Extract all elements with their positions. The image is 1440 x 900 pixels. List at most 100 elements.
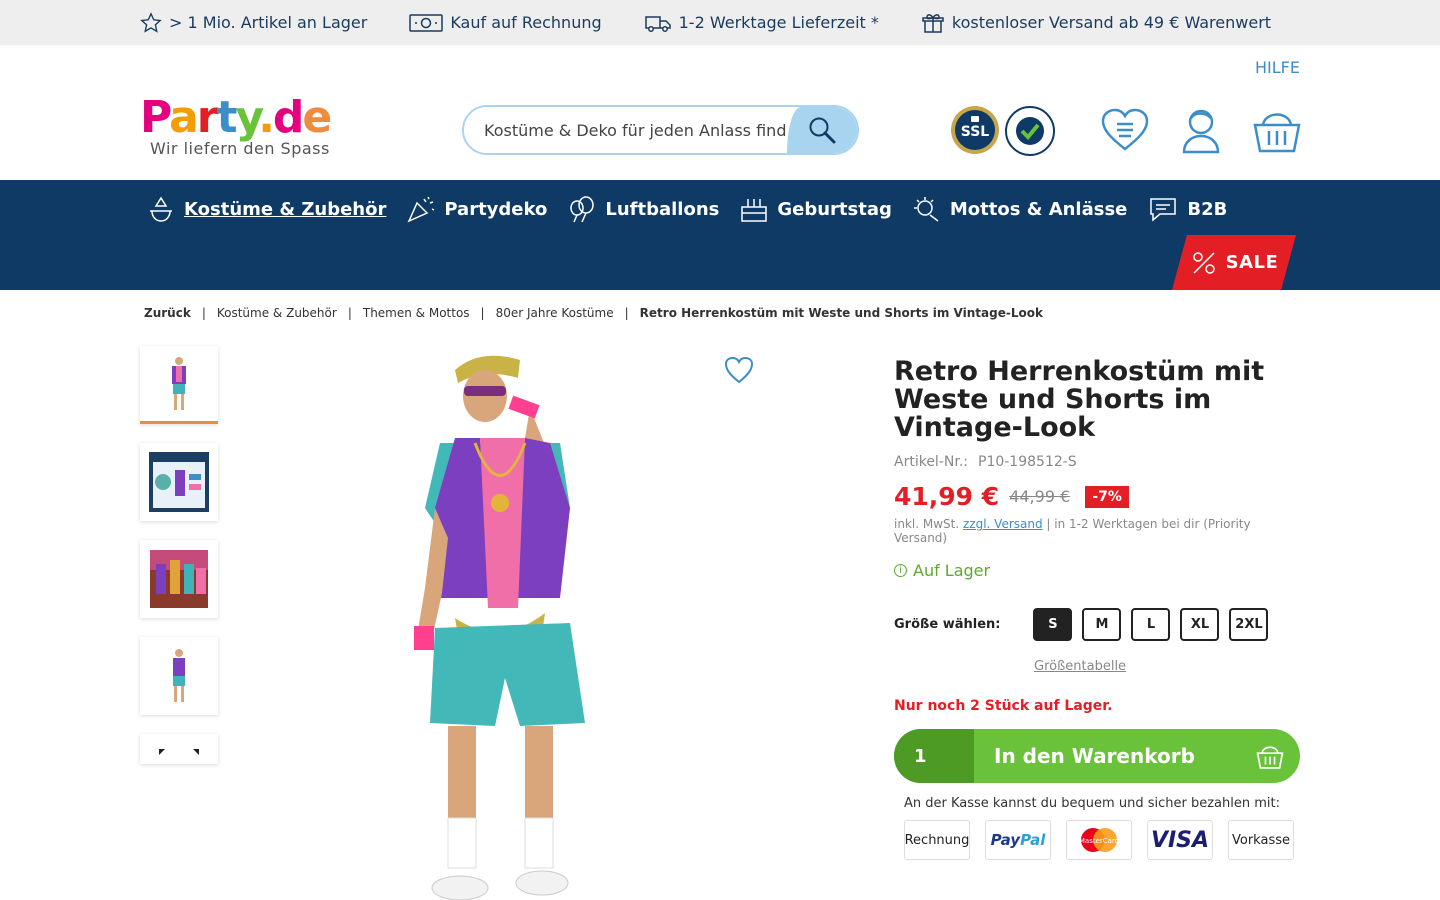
nav-label: B2B bbox=[1187, 198, 1228, 220]
cake-icon bbox=[741, 199, 768, 222]
sale-label: SALE bbox=[1225, 252, 1279, 273]
logo-wordmark: Party.de bbox=[140, 92, 332, 143]
add-to-cart: 1 In den Warenkorb bbox=[894, 729, 1300, 783]
heart-icon bbox=[724, 356, 754, 384]
size-label: Größe wählen: bbox=[894, 617, 1001, 632]
help-link[interactable]: HILFE bbox=[1255, 58, 1300, 77]
payment-visa: VISA bbox=[1147, 820, 1213, 860]
breadcrumb-back[interactable]: Zurück bbox=[144, 306, 191, 320]
nav-label: Kostüme & Zubehör bbox=[184, 198, 387, 220]
nav-item-geburtstag[interactable]: Geburtstag bbox=[739, 194, 892, 224]
bestpreis-badge-icon bbox=[1005, 106, 1055, 156]
breadcrumb-item[interactable]: Kostüme & Zubehör bbox=[217, 306, 337, 320]
add-to-wishlist-button[interactable] bbox=[724, 356, 754, 388]
size-table-link[interactable]: Größentabelle bbox=[1034, 659, 1126, 674]
chat-icon bbox=[1150, 198, 1177, 222]
percent-icon bbox=[1192, 251, 1215, 274]
usp-item: > 1 Mio. Artikel an Lager bbox=[140, 11, 368, 34]
product-group-image bbox=[150, 550, 208, 608]
usp-item: Kauf auf Rechnung bbox=[409, 12, 602, 34]
thumbnail-list bbox=[140, 346, 218, 783]
basket-icon bbox=[1253, 113, 1301, 153]
stock-status: i Auf Lager bbox=[894, 561, 1300, 580]
breadcrumb-separator: | bbox=[347, 306, 352, 320]
usp-bar: > 1 Mio. Artikel an Lager Kauf auf Rechn… bbox=[0, 0, 1440, 45]
confetti-icon bbox=[407, 196, 435, 223]
usp-text: > 1 Mio. Artikel an Lager bbox=[169, 13, 368, 32]
thumbnail[interactable] bbox=[140, 637, 218, 715]
header: Party.de Wir liefern den Spass HILFE SSL bbox=[0, 45, 1440, 180]
article-number: Artikel-Nr.: P10-198512-S bbox=[894, 454, 1300, 470]
svg-text:MasterCard: MasterCard bbox=[1079, 837, 1119, 845]
breadcrumb-item[interactable]: 80er Jahre Kostüme bbox=[496, 306, 614, 320]
payment-paypal: Pay Pal bbox=[985, 820, 1051, 860]
svg-text:SSL: SSL bbox=[961, 124, 990, 140]
nav-label: Partydeko bbox=[444, 198, 548, 220]
tax-info: inkl. MwSt. zzgl. Versand | in 1-2 Werkt… bbox=[894, 517, 1300, 545]
nav-label: Mottos & Anlässe bbox=[949, 198, 1128, 220]
price: 41,99 € bbox=[894, 482, 1000, 511]
nav-item-luftballons[interactable]: Luftballons bbox=[567, 194, 719, 224]
price-row: 41,99 € 44,99 € -7% bbox=[894, 482, 1300, 511]
size-option[interactable]: M bbox=[1082, 608, 1122, 641]
article-number-value: P10-198512-S bbox=[978, 454, 1077, 470]
thumbnail[interactable] bbox=[140, 443, 218, 521]
quantity-selector[interactable]: 1 bbox=[894, 729, 974, 783]
thumbnail[interactable] bbox=[140, 540, 218, 618]
usp-text: Kauf auf Rechnung bbox=[450, 13, 602, 32]
size-option[interactable]: 2XL bbox=[1229, 608, 1269, 641]
product-info-image bbox=[149, 452, 209, 512]
breadcrumb-current: Retro Herrenkostüm mit Weste und Shorts … bbox=[639, 306, 1043, 320]
nav-item-b2b[interactable]: B2B bbox=[1147, 194, 1227, 224]
search-input[interactable] bbox=[464, 107, 787, 153]
main-nav: Kostüme & Zubehör Partydeko Luftballons … bbox=[0, 180, 1440, 290]
size-option[interactable]: L bbox=[1131, 608, 1171, 641]
payment-rechnung: Rechnung bbox=[904, 820, 970, 860]
star-icon bbox=[140, 11, 162, 33]
thumbnail[interactable] bbox=[140, 346, 218, 424]
article-number-label: Artikel-Nr.: bbox=[894, 454, 968, 470]
balloon-icon bbox=[570, 196, 595, 223]
product-title: Retro Herrenkostüm mit Weste und Shorts … bbox=[894, 356, 1265, 443]
old-price: 44,99 € bbox=[1009, 487, 1071, 506]
search-icon bbox=[809, 117, 836, 144]
search-button[interactable] bbox=[787, 107, 857, 153]
thumbnail[interactable] bbox=[140, 734, 218, 764]
add-to-cart-button[interactable]: In den Warenkorb bbox=[974, 729, 1240, 783]
size-selector: Größe wählen: S M L XL 2XL bbox=[894, 608, 1278, 641]
payment-vorkasse: Vorkasse bbox=[1228, 820, 1294, 860]
usp-item: 1-2 Werktage Lieferzeit * bbox=[644, 12, 879, 34]
discount-badge: -7% bbox=[1085, 485, 1129, 508]
sale-button[interactable]: SALE bbox=[1172, 235, 1296, 290]
shipping-link[interactable]: zzgl. Versand bbox=[963, 517, 1043, 531]
nav-item-partydeko[interactable]: Partydeko bbox=[406, 194, 547, 224]
account-button[interactable] bbox=[1176, 105, 1226, 155]
product-side-image bbox=[173, 649, 185, 702]
logo[interactable]: Party.de Wir liefern den Spass bbox=[140, 92, 332, 159]
size-option[interactable]: XL bbox=[1180, 608, 1220, 641]
usp-text: 1-2 Werktage Lieferzeit * bbox=[678, 13, 879, 32]
size-option[interactable]: S bbox=[1033, 608, 1073, 641]
breadcrumb-separator: | bbox=[480, 306, 485, 320]
product-main-image bbox=[414, 355, 585, 900]
product-info: Retro Herrenkostüm mit Weste und Shorts … bbox=[894, 358, 1300, 580]
payment-mastercard: MasterCard bbox=[1066, 820, 1132, 860]
nav-item-kostueme[interactable]: Kostüme & Zubehör bbox=[146, 194, 386, 224]
nav-label: Luftballons bbox=[605, 198, 720, 220]
search-bar bbox=[462, 105, 859, 155]
trust-badges: SSL bbox=[950, 105, 1056, 157]
breadcrumb-item[interactable]: Themen & Mottos bbox=[363, 306, 470, 320]
product-thumbnail-image bbox=[172, 356, 186, 410]
heart-list-icon bbox=[1101, 108, 1149, 151]
theme-icon bbox=[913, 197, 939, 222]
tax-prefix: inkl. MwSt. bbox=[894, 517, 960, 531]
nav-label: Geburtstag bbox=[777, 198, 892, 220]
cart-button[interactable] bbox=[1252, 105, 1302, 155]
wishlist-button[interactable] bbox=[1100, 105, 1150, 155]
stock-label: Auf Lager bbox=[913, 561, 991, 580]
gift-icon bbox=[922, 13, 944, 33]
nav-item-mottos[interactable]: Mottos & Anlässe bbox=[912, 194, 1128, 224]
money-icon bbox=[409, 13, 444, 32]
quantity-value: 1 bbox=[914, 745, 927, 767]
ssl-badge-icon: SSL bbox=[951, 106, 999, 154]
